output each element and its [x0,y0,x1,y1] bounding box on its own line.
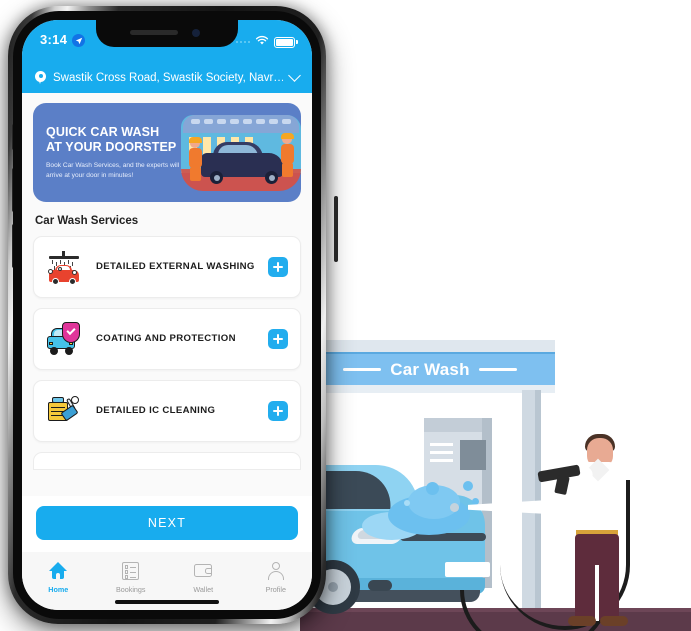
service-card-detailed-ic-cleaning[interactable]: DETAILED IC CLEANING [33,380,301,442]
battery-full-icon [274,36,298,48]
status-indicators [235,33,298,51]
location-arrow-icon [72,34,85,47]
shower-car-icon [46,250,82,285]
location-bar[interactable]: Swastik Cross Road, Swastik Society, Nav… [22,62,312,93]
wash-machine-top [424,418,482,432]
signal-dots-icon [235,40,251,44]
status-bar: 3:14 [22,20,312,62]
car-fog-lamp [368,580,392,591]
bubble [463,481,473,491]
sign-shadow [305,385,555,393]
notch [96,20,238,47]
status-time: 3:14 [40,32,68,47]
bubble [404,500,410,506]
phone-frame: 3:14 Swastik Cross Road, Swastik Society… [8,6,338,624]
sign-dash-right [478,368,517,371]
phone-screen: 3:14 Swastik Cross Road, Swastik Society… [22,20,312,610]
bottom-tab-bar: Home Bookings Wallet Profile [22,552,312,610]
banner-title-line1: QUICK CAR WASH [46,124,160,139]
wifi-icon [255,33,269,51]
bubble [472,498,479,505]
home-icon [48,561,68,580]
banner-text-block: QUICK CAR WASH AT YOUR DOORSTEP Book Car… [33,125,185,180]
power-button[interactable] [334,196,338,262]
tab-label: Wallet [193,585,214,594]
car-license-plate [445,562,490,577]
banner-illustration [177,109,301,197]
front-camera [192,29,200,37]
section-title: Car Wash Services [35,215,139,227]
car-shield-icon [46,322,82,356]
service-label: COATING AND PROTECTION [96,333,236,345]
engine-brush-icon [46,394,82,428]
tab-label: Home [48,585,69,594]
selected-address: Swastik Cross Road, Swastik Society, Nav… [53,71,283,84]
home-indicator[interactable] [115,600,219,604]
car-wash-sign-label: Car Wash [390,359,470,379]
worker-shoe [600,616,628,626]
tab-wallet[interactable]: Wallet [167,561,240,594]
car-wash-sign: Car Wash [305,352,555,385]
service-card-detailed-external-washing[interactable]: DETAILED EXTERNAL WASHING [33,236,301,298]
bubble [450,503,459,512]
worker-shoe [568,616,596,626]
earpiece-speaker [130,30,178,35]
wash-machine-line [430,443,453,446]
promo-banner[interactable]: QUICK CAR WASH AT YOUR DOORSTEP Book Car… [33,103,301,202]
map-pin-icon [35,70,46,85]
sign-dash-left [343,368,382,371]
tab-profile[interactable]: Profile [240,561,313,594]
service-label: DETAILED EXTERNAL WASHING [96,261,255,273]
wallet-icon [194,561,213,580]
service-card-coating-and-protection[interactable]: COATING AND PROTECTION [33,308,301,370]
tab-label: Profile [265,585,286,594]
service-card-partial[interactable] [33,452,301,470]
tab-home[interactable]: Home [22,561,95,594]
banner-title-line2: AT YOUR DOORSTEP [46,140,177,155]
screenshot-root: Car Wash 3:14 Swastik Cross Road, Swasti… [0,0,691,631]
main-content: QUICK CAR WASH AT YOUR DOORSTEP Book Car… [22,93,312,537]
tab-label: Bookings [115,585,146,594]
wash-machine-line [430,451,453,454]
chevron-down-icon[interactable] [288,69,301,82]
add-service-button[interactable] [268,329,288,349]
add-service-button[interactable] [268,257,288,277]
tab-bookings[interactable]: Bookings [95,561,168,594]
banner-subtitle: Book Car Wash Services, and the experts … [46,162,180,179]
canopy-top [305,340,555,352]
service-label: DETAILED IC CLEANING [96,405,216,417]
worker-leg-split [595,565,599,621]
person-icon [266,561,285,580]
wash-machine-screen [460,440,486,470]
next-button-bar: NEXT [22,496,312,552]
clipboard-list-icon [121,561,140,580]
wash-machine-line [430,459,453,462]
car-wash-illustration: Car Wash [300,340,691,631]
add-service-button[interactable] [268,401,288,421]
next-button[interactable]: NEXT [36,506,298,540]
bubble [426,482,439,495]
